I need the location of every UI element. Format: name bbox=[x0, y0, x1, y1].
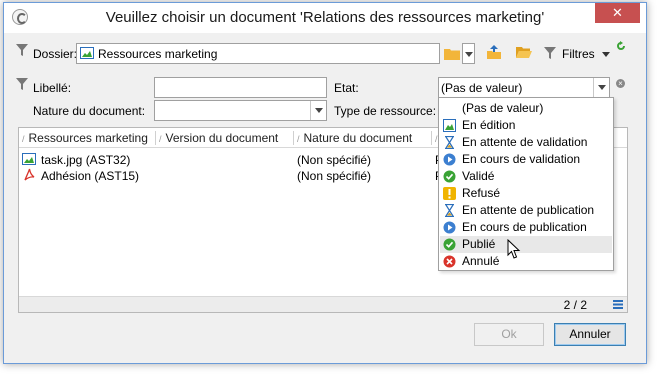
libelle-input[interactable] bbox=[154, 77, 327, 98]
pdf-icon bbox=[24, 168, 35, 181]
refresh-icon[interactable] bbox=[616, 41, 626, 51]
marketing-folder-icon bbox=[80, 47, 94, 59]
filter-funnel-icon bbox=[16, 44, 28, 56]
folder-field[interactable]: Ressources marketing bbox=[76, 43, 440, 64]
image-edit-icon bbox=[443, 119, 456, 132]
nature-label: Nature du document: bbox=[33, 104, 146, 118]
column-header-version[interactable]: / Version du document bbox=[159, 131, 278, 145]
option-en-cours-validation[interactable]: En cours de validation bbox=[440, 151, 612, 168]
check-circle-icon bbox=[443, 238, 456, 251]
row-name: Adhésion (AST15) bbox=[41, 169, 140, 183]
ok-button[interactable]: Ok bbox=[474, 323, 544, 346]
row-name: task.jpg (AST32) bbox=[41, 153, 131, 167]
option-pas-de-valeur[interactable]: (Pas de valeur) bbox=[440, 100, 612, 117]
folder-value: Ressources marketing bbox=[98, 47, 218, 61]
libelle-label: Libellé: bbox=[33, 81, 72, 95]
filter-funnel-icon-2 bbox=[16, 78, 28, 90]
hourglass-icon bbox=[445, 136, 454, 149]
etat-value: (Pas de valeur) bbox=[441, 81, 523, 95]
image-icon bbox=[22, 153, 36, 165]
option-publie[interactable]: Publié bbox=[440, 236, 612, 253]
option-en-edition[interactable]: En édition bbox=[440, 117, 612, 134]
column-header-nature[interactable]: / Nature du document bbox=[297, 131, 412, 145]
cancel-circle-icon bbox=[443, 255, 456, 268]
cancel-button[interactable]: Annuler bbox=[554, 323, 626, 346]
chevron-down-icon[interactable] bbox=[310, 101, 326, 120]
etat-dropdown-list: (Pas de valeur) En édition En attente de… bbox=[438, 97, 614, 271]
title-bar[interactable]: Veuillez choisir un document 'Relations … bbox=[4, 3, 646, 33]
option-en-cours-publication[interactable]: En cours de publication bbox=[440, 219, 612, 236]
row-nature: (Non spécifié) bbox=[297, 169, 372, 183]
play-circle-icon bbox=[443, 221, 456, 234]
option-en-attente-validation[interactable]: En attente de validation bbox=[440, 134, 612, 151]
record-count: 2 / 2 bbox=[563, 298, 587, 312]
filters-label[interactable]: Filtres bbox=[562, 47, 595, 61]
folder-label: Dossier: bbox=[33, 47, 78, 61]
hourglass-icon bbox=[445, 204, 454, 217]
warning-icon bbox=[443, 187, 456, 200]
row-nature: (Non spécifié) bbox=[297, 153, 372, 167]
filters-chevron-icon[interactable] bbox=[602, 52, 610, 57]
folder-up-icon[interactable] bbox=[486, 44, 502, 60]
clear-filter-icon[interactable]: × bbox=[616, 79, 625, 88]
close-button[interactable]: ✕ bbox=[595, 3, 640, 23]
chevron-down-icon bbox=[465, 52, 473, 57]
etat-label: Etat: bbox=[334, 81, 359, 95]
mouse-cursor-icon bbox=[507, 239, 521, 259]
option-annule[interactable]: Annulé bbox=[440, 253, 612, 270]
list-menu-icon[interactable] bbox=[613, 300, 623, 309]
type-ressource-label: Type de ressource: bbox=[334, 104, 437, 118]
nature-select[interactable] bbox=[154, 100, 327, 121]
check-circle-icon bbox=[443, 170, 456, 183]
grid-footer: 2 / 2 bbox=[19, 296, 627, 312]
open-folder-icon[interactable] bbox=[516, 45, 532, 59]
folder-icon[interactable] bbox=[444, 47, 460, 60]
etat-select[interactable]: (Pas de valeur) bbox=[438, 77, 610, 98]
folder-dropdown-button[interactable] bbox=[462, 43, 475, 64]
play-circle-icon bbox=[443, 153, 456, 166]
option-refuse[interactable]: Refusé bbox=[440, 185, 612, 202]
column-header-ressources[interactable]: / Ressources marketing bbox=[22, 131, 148, 145]
dialog-window: Veuillez choisir un document 'Relations … bbox=[3, 2, 647, 364]
window-title: Veuillez choisir un document 'Relations … bbox=[105, 9, 545, 26]
chevron-down-icon[interactable] bbox=[593, 78, 609, 97]
option-en-attente-publication[interactable]: En attente de publication bbox=[440, 202, 612, 219]
option-valide[interactable]: Validé bbox=[440, 168, 612, 185]
filters-funnel-icon[interactable] bbox=[544, 47, 556, 59]
